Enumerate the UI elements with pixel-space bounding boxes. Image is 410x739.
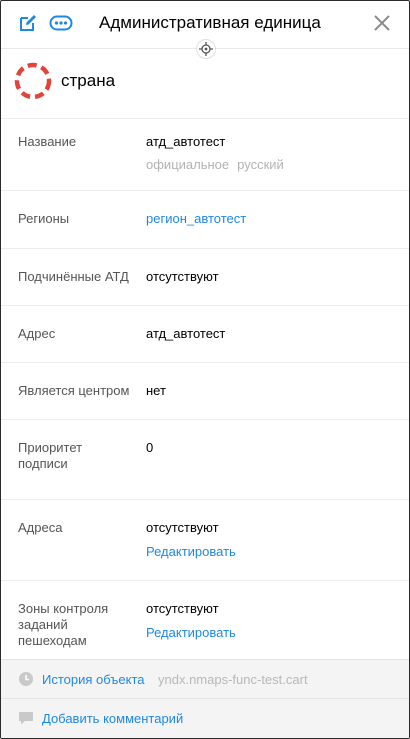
- attr-regions: Регионы регион_автотест: [1, 190, 409, 248]
- attr-value: нет: [146, 383, 166, 398]
- object-type-label: страна: [61, 71, 116, 90]
- attr-value: атд_автотест: [146, 134, 226, 149]
- card-footer: История объекта yndx.nmaps-func-test.car…: [1, 659, 409, 738]
- clock-icon: [19, 672, 33, 686]
- attr-address: Адрес атд_автотест: [1, 305, 409, 362]
- attr-is-center: Является центром нет: [1, 362, 409, 419]
- close-button[interactable]: [371, 12, 393, 34]
- object-card-panel: Административная единица страна Название…: [0, 0, 410, 739]
- history-link[interactable]: История объекта: [42, 672, 145, 687]
- attr-label: Зоны контроля заданий пешеходам: [18, 601, 109, 648]
- attr-value: отсутствуют: [146, 269, 219, 284]
- object-type: страна: [13, 61, 115, 101]
- attr-pedestrian-zones: Зоны контроля заданий пешеходам отсутств…: [1, 580, 409, 658]
- edit-button[interactable]: [17, 12, 39, 34]
- footer-divider: [1, 698, 409, 699]
- comment-row: Добавить комментарий: [1, 700, 409, 736]
- attr-value: 0: [146, 440, 154, 455]
- center-on-map-button[interactable]: [196, 39, 216, 59]
- name-lang: русский: [237, 157, 284, 172]
- attr-value: атд_автотест: [146, 326, 226, 341]
- attr-name: Название атд_автотест официальное русский: [1, 118, 409, 190]
- add-comment-link[interactable]: Добавить комментарий: [42, 711, 183, 726]
- close-icon: [374, 15, 390, 31]
- history-row: История объекта yndx.nmaps-func-test.car…: [1, 661, 409, 697]
- attributes-list: Название атд_автотест официальное русский…: [1, 118, 409, 658]
- attr-signature-priority: Приоритет подписи 0: [1, 419, 409, 499]
- edit-icon: [20, 15, 36, 31]
- edit-pedestrian-zones-link[interactable]: Редактировать: [146, 625, 236, 641]
- region-link[interactable]: регион_автотест: [146, 211, 246, 227]
- dashed-circle-icon: [14, 62, 52, 100]
- attr-subordinate: Подчинённые АТД отсутствуют: [1, 248, 409, 305]
- crosshair-icon: [199, 42, 213, 56]
- attr-value: отсутствуют: [146, 601, 219, 616]
- attr-label: Адреса: [18, 520, 63, 535]
- attr-label: Регионы: [18, 211, 70, 226]
- attr-label: Адрес: [18, 326, 56, 341]
- name-type: официальное: [146, 157, 230, 172]
- edit-addresses-link[interactable]: Редактировать: [146, 544, 236, 560]
- attr-label: Название: [18, 134, 77, 149]
- card-title: Административная единица: [99, 13, 321, 32]
- more-button[interactable]: [49, 12, 73, 34]
- name-language: официальное русский: [146, 157, 284, 173]
- comment-icon: [19, 712, 33, 725]
- attr-label: Приоритет подписи: [18, 440, 83, 471]
- attr-value: отсутствуют: [146, 520, 219, 535]
- attr-label: Является центром: [18, 383, 130, 398]
- more-icon: [49, 15, 73, 31]
- attr-label: Подчинённые АТД: [18, 269, 129, 284]
- history-author: yndx.nmaps-func-test.cart: [158, 671, 308, 687]
- attr-addresses: Адреса отсутствуют Редактировать: [1, 499, 409, 580]
